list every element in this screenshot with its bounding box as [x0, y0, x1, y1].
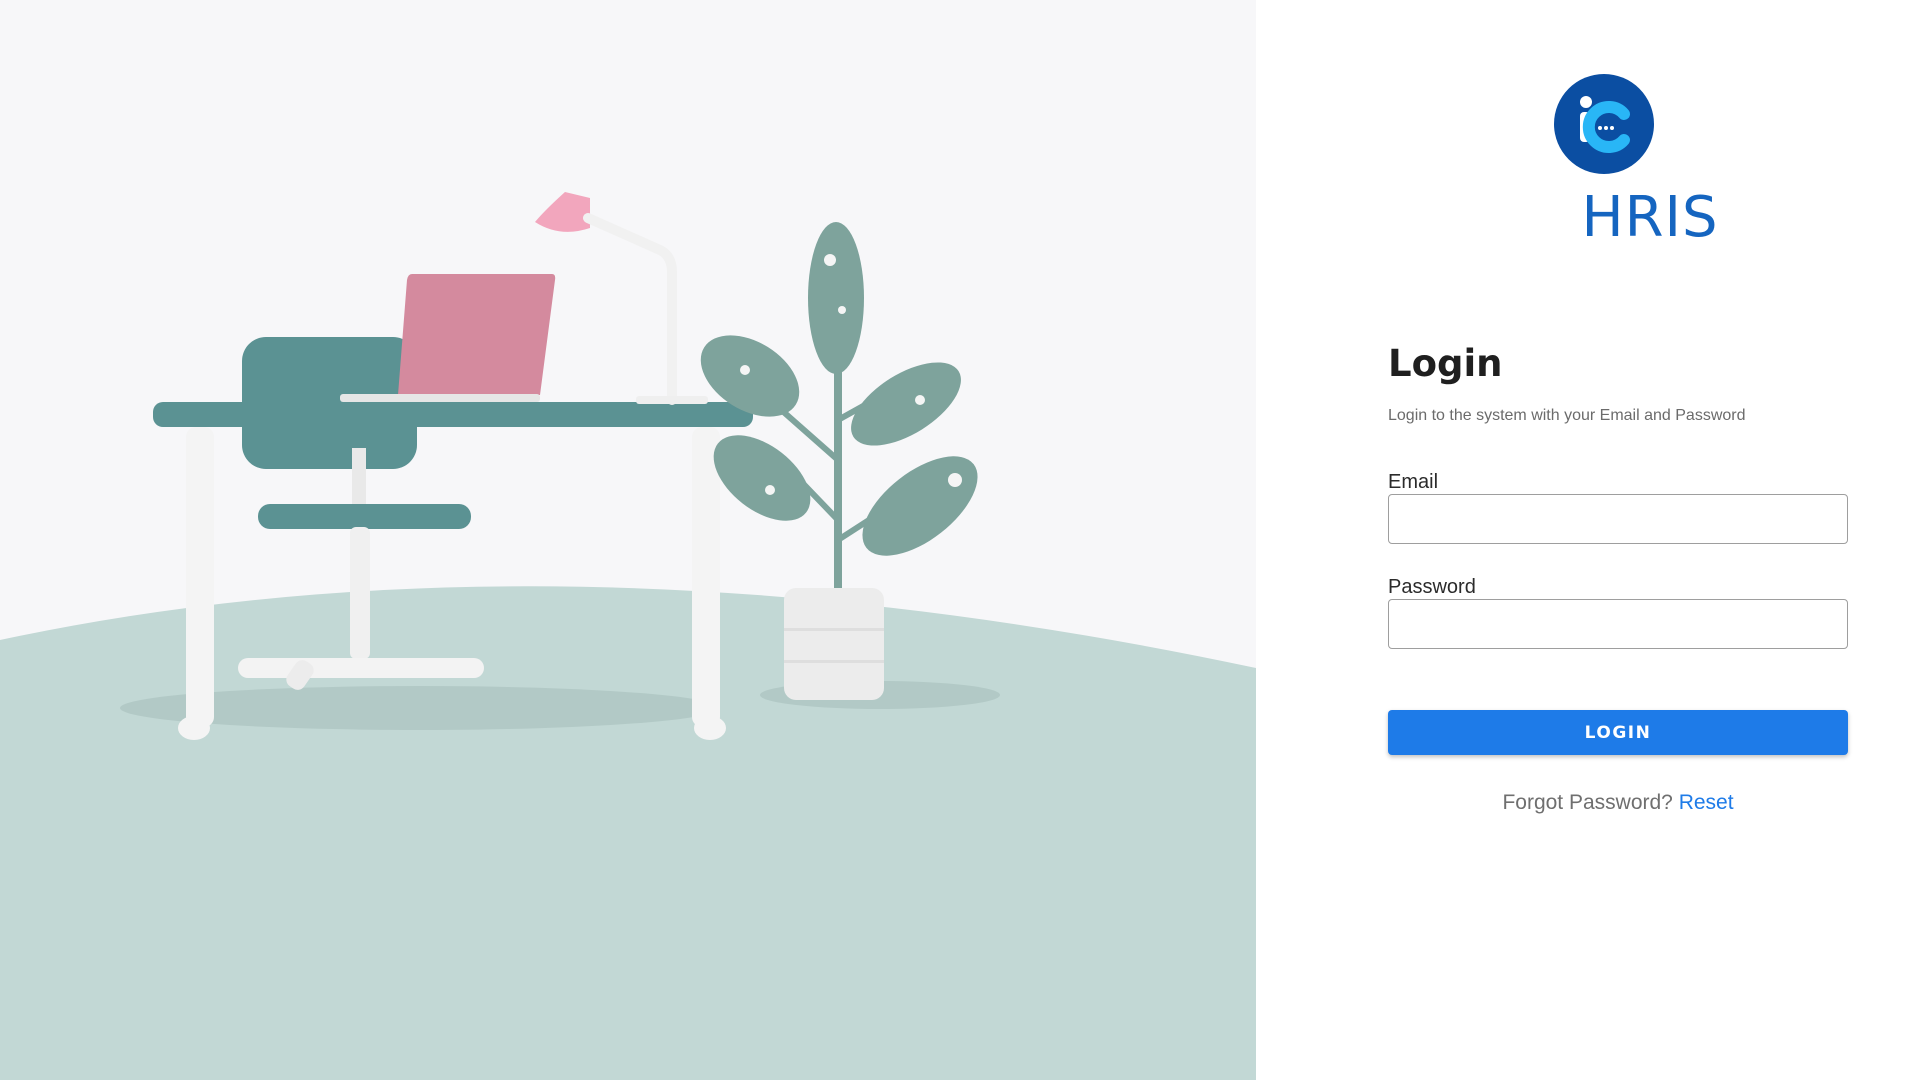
- brand-name: HRIS: [1581, 185, 1719, 250]
- login-button[interactable]: LOGIN: [1388, 710, 1848, 755]
- login-form: Login Login to the system with your Emai…: [1388, 340, 1848, 814]
- email-input[interactable]: [1388, 494, 1848, 544]
- reset-password-link[interactable]: Reset: [1679, 791, 1734, 814]
- login-subtitle: Login to the system with your Email and …: [1388, 407, 1746, 424]
- brand-header: HRIS: [1256, 74, 1920, 250]
- office-desk-illustration: [0, 192, 1256, 1080]
- password-input[interactable]: [1388, 599, 1848, 649]
- hris-logo-icon: [1554, 74, 1654, 174]
- password-label: Password: [1388, 576, 1476, 598]
- email-field-group: Email: [1388, 470, 1848, 544]
- hero-illustration-panel: [0, 0, 1256, 1080]
- lamp-illustration: [535, 192, 708, 405]
- email-label: Email: [1388, 471, 1439, 493]
- login-panel: HRIS Login Login to the system with your…: [1256, 0, 1920, 1080]
- login-title: Login: [1388, 342, 1503, 385]
- login-page: HRIS Login Login to the system with your…: [0, 0, 1920, 1080]
- password-field-group: Password: [1388, 575, 1848, 649]
- forgot-password-row: Forgot Password? Reset: [1388, 790, 1848, 816]
- forgot-password-text: Forgot Password?: [1502, 791, 1673, 814]
